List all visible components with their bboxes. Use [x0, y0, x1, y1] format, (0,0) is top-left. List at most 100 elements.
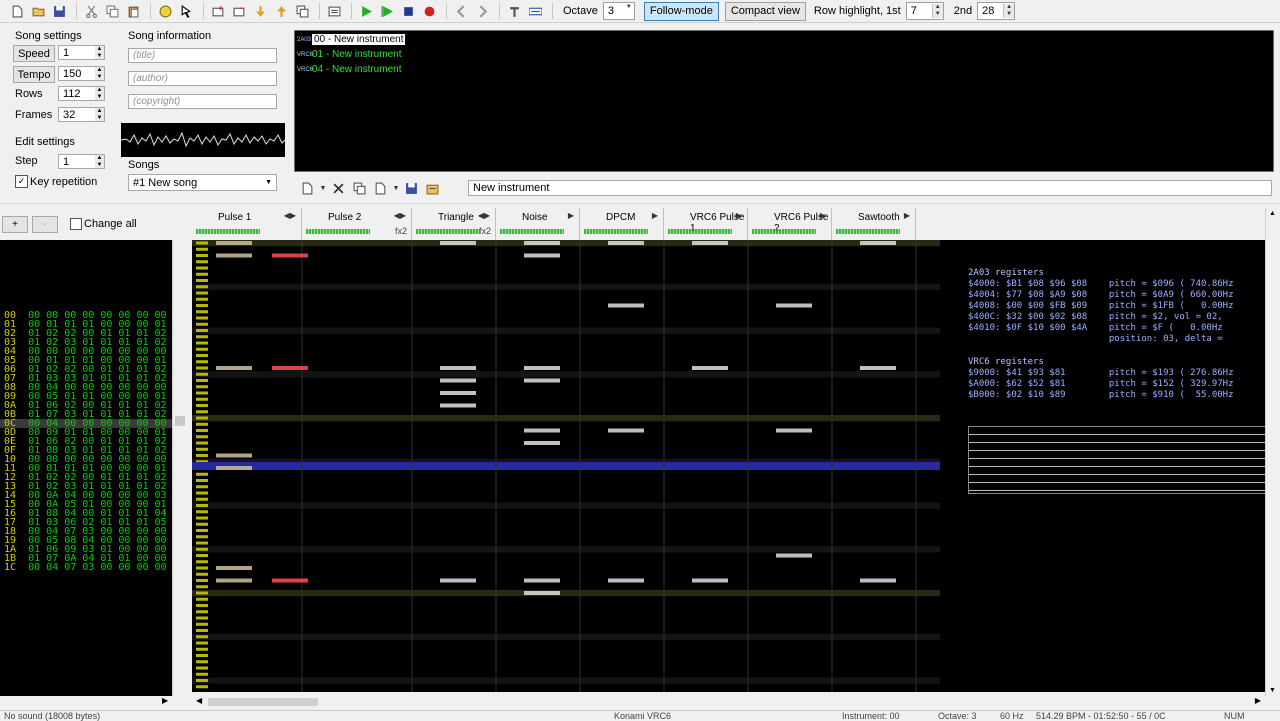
pattern-note — [216, 466, 252, 470]
channel-header: Pulse 1 ◀▶ Pulse 2 ◀▶ fx2 Triangle ◀▶ fx2 Noise ▶… — [192, 208, 940, 241]
row-number — [196, 254, 208, 257]
stop-icon[interactable] — [399, 2, 418, 20]
frame-list-scrollbar[interactable] — [172, 240, 187, 696]
step-field[interactable]: 1 — [58, 154, 96, 169]
pattern-scrollbar[interactable]: ▲ ▼ — [1265, 208, 1280, 696]
instrument-name-field[interactable]: New instrument — [468, 180, 1272, 196]
scrollbar-thumb[interactable] — [175, 416, 185, 426]
spin-arrows-icon[interactable]: ▲ ▼ — [931, 4, 943, 18]
pattern-editor[interactable] — [192, 240, 940, 692]
next-song-icon[interactable] — [473, 2, 492, 20]
frames-field[interactable]: 32 — [58, 107, 96, 122]
edit-instrument-icon[interactable] — [423, 179, 442, 197]
module-properties-icon[interactable] — [325, 2, 344, 20]
row-number — [196, 354, 208, 357]
channel-header-item[interactable]: VRC6 Pulse 1▶ — [664, 208, 748, 240]
nsf-export-icon[interactable] — [526, 2, 545, 20]
previous-song-icon[interactable] — [452, 2, 471, 20]
chevron-down-icon[interactable]: ▼ — [392, 179, 400, 197]
rows-field[interactable]: 112 — [58, 86, 96, 101]
register-view: 2A03 registers $4000: $B1 $08 $96 $08 pi… — [940, 240, 1266, 692]
channel-header-item[interactable]: Pulse 1 ◀▶ — [192, 208, 302, 240]
chevron-down-icon[interactable]: ▼ — [1269, 687, 1276, 694]
row-number — [196, 285, 208, 289]
row-number — [196, 604, 208, 607]
channel-header-item[interactable]: VRC6 Pulse 2▶ — [748, 208, 832, 240]
song-title-field[interactable]: (title) — [128, 48, 277, 63]
pattern-hscrollbar[interactable]: ◀ ▶ — [192, 696, 1265, 708]
change-all-checkbox[interactable] — [70, 218, 82, 230]
channel-header-item[interactable]: Triangle ◀▶ fx2 — [412, 208, 496, 240]
duplicate-frame-icon[interactable] — [293, 2, 312, 20]
insert-frame-icon[interactable] — [209, 2, 228, 20]
channel-header-item[interactable]: Pulse 2 ◀▶ fx2 — [302, 208, 412, 240]
follow-mode-button[interactable]: Follow-mode — [643, 1, 719, 21]
channel-arrows-icon[interactable]: ◀▶ — [284, 211, 296, 220]
frame-row[interactable]: 1C 00 04 07 03 00 00 00 00 — [0, 563, 172, 573]
channel-header-item[interactable]: Sawtooth ▶ — [832, 208, 916, 240]
compact-view-button[interactable]: Compact view — [724, 1, 806, 21]
chevron-right-icon[interactable]: ▶ — [162, 696, 168, 705]
context-help-icon[interactable] — [177, 2, 196, 20]
cut-icon[interactable] — [82, 2, 101, 20]
instrument-item[interactable]: VRC6 04 - New instrument — [297, 62, 1271, 77]
remove-frame-button[interactable]: - — [32, 216, 58, 233]
help-icon[interactable] — [156, 2, 175, 20]
spin-arrows-icon[interactable]: ▲ ▼ — [1003, 4, 1015, 18]
key-repetition-checkbox[interactable]: ✓ — [15, 175, 28, 188]
channel-header-item[interactable]: DPCM ▶ — [580, 208, 664, 240]
instrument-item[interactable]: VRC6 01 - New instrument — [297, 47, 1271, 62]
speed-field[interactable]: 1 — [58, 45, 96, 60]
channel-arrows-icon[interactable]: ◀▶ — [478, 211, 490, 220]
octave-select[interactable]: 3 ▼ — [602, 2, 635, 20]
register-title: VRC6 registers — [968, 357, 1044, 367]
channel-arrows-icon[interactable]: ▶ — [820, 211, 826, 220]
frames-spin-icon[interactable]: ▲ ▼ — [95, 107, 105, 122]
frame-list-hscrollbar[interactable]: ▶ — [0, 696, 172, 708]
tempo-spin-icon[interactable]: ▲ ▼ — [95, 66, 105, 81]
register-line: $4010: $0F $10 $00 $4A pitch = $F ( 0.00… — [968, 323, 1223, 333]
new-file-icon[interactable] — [8, 2, 27, 20]
channel-arrows-icon[interactable]: ▶ — [652, 211, 658, 220]
channel-arrows-icon[interactable]: ▶ — [736, 211, 742, 220]
scrollbar-thumb[interactable] — [208, 698, 318, 706]
song-author-field[interactable]: (author) — [128, 71, 277, 86]
oscilloscope-view[interactable] — [120, 123, 286, 157]
chevron-right-icon[interactable]: ▶ — [1255, 696, 1261, 705]
songs-select[interactable]: #1 New song ▼ — [128, 174, 277, 191]
instrument-item[interactable]: 2A03 00 - New instrument — [297, 32, 1271, 47]
instrument-list[interactable]: 2A03 00 - New instrument VRC6 01 - New ins… — [294, 30, 1274, 172]
chevron-up-icon[interactable]: ▲ — [1269, 210, 1276, 217]
move-frame-up-icon[interactable] — [272, 2, 291, 20]
play-icon[interactable] — [357, 2, 376, 20]
load-instrument-icon[interactable] — [371, 179, 390, 197]
rows-spin-icon[interactable]: ▲ ▼ — [95, 86, 105, 101]
add-frame-button[interactable]: + — [2, 216, 28, 233]
row-highlight-1st-field[interactable]: 7 ▲ ▼ — [905, 2, 944, 20]
channel-arrows-icon[interactable]: ▶ — [904, 211, 910, 220]
tempo-field[interactable]: 150 — [58, 66, 96, 81]
clone-instrument-icon[interactable] — [350, 179, 369, 197]
paste-icon[interactable] — [124, 2, 143, 20]
save-instrument-icon[interactable] — [402, 179, 421, 197]
frame-list[interactable]: 00 00 00 00 00 00 00 00 00 01 00 01 01 01… — [0, 240, 172, 696]
channel-arrows-icon[interactable]: ◀▶ — [394, 211, 406, 220]
chevron-down-icon[interactable]: ▼ — [319, 179, 327, 197]
record-icon[interactable] — [420, 2, 439, 20]
settings-icon[interactable] — [505, 2, 524, 20]
channel-header-item[interactable]: Noise ▶ — [496, 208, 580, 240]
save-file-icon[interactable] — [50, 2, 69, 20]
speed-spin-icon[interactable]: ▲ ▼ — [95, 45, 105, 60]
remove-frame-icon[interactable] — [230, 2, 249, 20]
chevron-left-icon[interactable]: ◀ — [196, 696, 202, 705]
copy-icon[interactable] — [103, 2, 122, 20]
remove-instrument-icon[interactable] — [329, 179, 348, 197]
row-highlight-2nd-field[interactable]: 28 ▲ ▼ — [977, 2, 1016, 20]
move-frame-down-icon[interactable] — [251, 2, 270, 20]
new-instrument-icon[interactable] — [298, 179, 317, 197]
open-file-icon[interactable] — [29, 2, 48, 20]
step-spin-icon[interactable]: ▲ ▼ — [95, 154, 105, 169]
song-copyright-field[interactable]: (copyright) — [128, 94, 277, 109]
play-loop-icon[interactable] — [378, 2, 397, 20]
channel-arrows-icon[interactable]: ▶ — [568, 211, 574, 220]
